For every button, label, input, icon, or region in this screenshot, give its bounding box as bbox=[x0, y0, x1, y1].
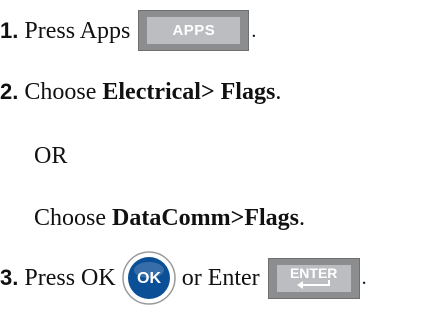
step-end: . bbox=[251, 19, 257, 42]
step-end: . bbox=[275, 79, 282, 105]
menu-path: DataComm>Flags bbox=[112, 205, 299, 231]
or-separator: OR bbox=[34, 142, 67, 170]
apps-key-label: APPS bbox=[147, 17, 241, 44]
ok-round-button-icon: OK bbox=[121, 251, 176, 305]
step-text: Press Apps bbox=[24, 17, 131, 44]
apps-key-icon: APPS bbox=[138, 10, 250, 51]
step-text-mid: or Enter bbox=[181, 265, 260, 291]
step-text: Choose bbox=[34, 205, 112, 231]
or-text: OR bbox=[34, 143, 68, 169]
step-number: 2. bbox=[0, 79, 19, 104]
step-end: . bbox=[298, 205, 305, 231]
step-1: 1. Press Apps APPS . bbox=[0, 10, 256, 51]
step-number: 3. bbox=[0, 265, 19, 290]
enter-key-icon: ENTER bbox=[267, 257, 360, 299]
step-text: Press OK bbox=[24, 265, 116, 291]
enter-arrow-icon bbox=[296, 280, 330, 289]
ok-label: OK bbox=[137, 270, 161, 287]
instruction-page: 1. Press Apps APPS . 2. Choose Electrica… bbox=[0, 0, 432, 312]
step-2-alt: Choose DataComm>Flags . bbox=[34, 204, 305, 232]
step-2: 2. Choose Electrical> Flags . bbox=[0, 78, 281, 106]
enter-key-label: ENTER bbox=[289, 265, 338, 281]
step-end: . bbox=[361, 267, 367, 289]
step-text: Choose bbox=[24, 79, 103, 105]
step-number: 1. bbox=[0, 17, 19, 43]
step-3: 3. Press OK OK or Enter ENTER . bbox=[0, 251, 367, 305]
menu-path: Electrical> Flags bbox=[102, 79, 276, 105]
